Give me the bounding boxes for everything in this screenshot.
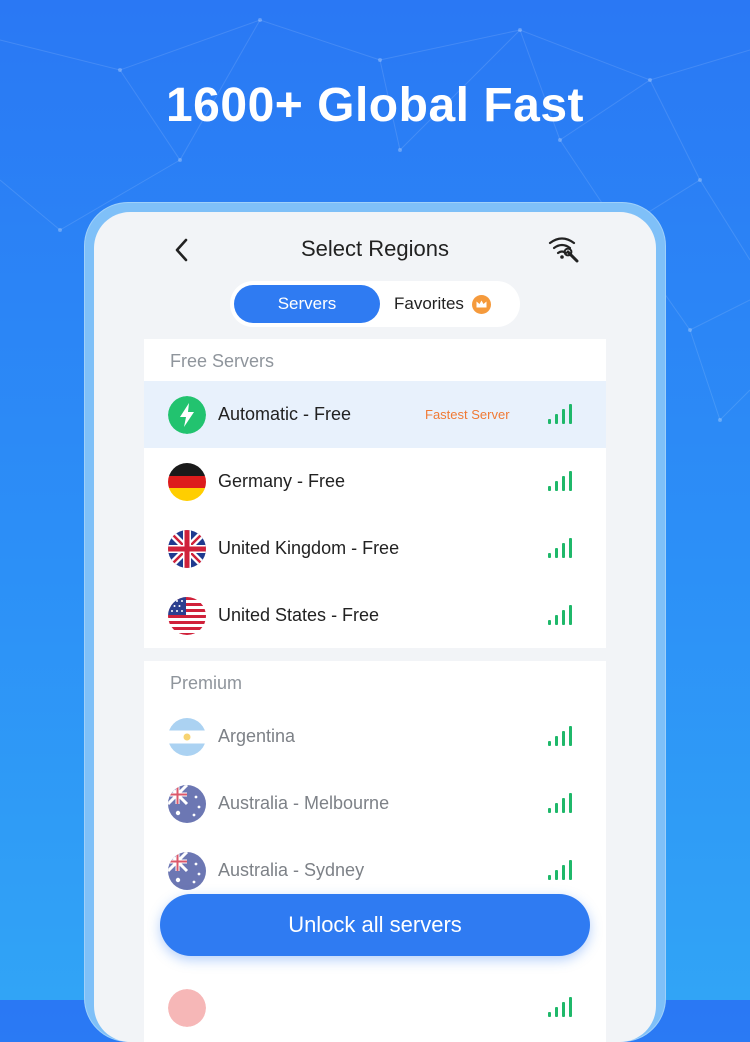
premium-servers-section: Premium Argentina Australia - Melbourne …: [144, 661, 606, 1042]
free-servers-section: Free Servers Automatic - Free Fastest Se…: [144, 339, 606, 648]
fastest-server-badge: Fastest Server: [425, 407, 510, 422]
wifi-wrench-icon: [548, 237, 579, 263]
server-label: Australia - Sydney: [218, 860, 365, 880]
section-heading-premium: Premium: [170, 673, 243, 693]
promo-headline: 1600+ Global Fast: [165, 79, 585, 132]
uk-flag-icon: [168, 530, 206, 568]
wifi-diagnostic-button[interactable]: [546, 234, 582, 264]
tab-favorites[interactable]: Favorites: [382, 285, 518, 323]
server-label: Argentina: [218, 726, 296, 746]
server-tabs: Servers Favorites: [230, 281, 520, 327]
germany-flag-icon: [168, 463, 206, 501]
signal-strength-icon: [548, 726, 572, 746]
navigation-bar: Select Regions: [94, 212, 656, 282]
server-row-automatic[interactable]: Automatic - Free Fastest Server: [144, 381, 606, 448]
signal-strength-icon: [548, 793, 572, 813]
server-label: Australia - Melbourne: [218, 793, 390, 813]
partial-flag-icon: [168, 989, 206, 1027]
tab-favorites-label: Favorites: [394, 294, 464, 313]
tab-servers[interactable]: Servers: [234, 285, 380, 323]
server-row-partial[interactable]: [144, 974, 606, 1041]
australia-flag-icon: [168, 785, 206, 823]
australia-flag-icon: [168, 852, 206, 890]
lightning-icon: [168, 396, 206, 434]
signal-strength-icon: [548, 997, 572, 1017]
server-label: Automatic - Free: [218, 404, 352, 424]
server-label: United States - Free: [218, 605, 380, 625]
signal-strength-icon: [548, 605, 572, 625]
server-row-united-states[interactable]: United States - Free: [144, 582, 606, 649]
server-row-united-kingdom[interactable]: United Kingdom - Free: [144, 515, 606, 582]
unlock-all-servers-button[interactable]: Unlock all servers: [160, 894, 590, 956]
signal-strength-icon: [548, 860, 572, 880]
server-row-australia-melbourne[interactable]: Australia - Melbourne: [144, 770, 606, 837]
server-label: Germany - Free: [218, 471, 346, 491]
server-row-germany[interactable]: Germany - Free: [144, 448, 606, 515]
app-screen: Select Regions Servers Favorites Free Se…: [94, 212, 656, 1042]
argentina-flag-icon: [168, 718, 206, 756]
server-row-argentina[interactable]: Argentina: [144, 703, 606, 770]
signal-strength-icon: [548, 471, 572, 491]
signal-strength-icon: [548, 404, 572, 424]
section-heading-free: Free Servers: [170, 351, 275, 371]
signal-strength-icon: [548, 538, 572, 558]
server-label: United Kingdom - Free: [218, 538, 400, 558]
us-flag-icon: [168, 597, 206, 635]
crown-icon: [472, 295, 491, 314]
